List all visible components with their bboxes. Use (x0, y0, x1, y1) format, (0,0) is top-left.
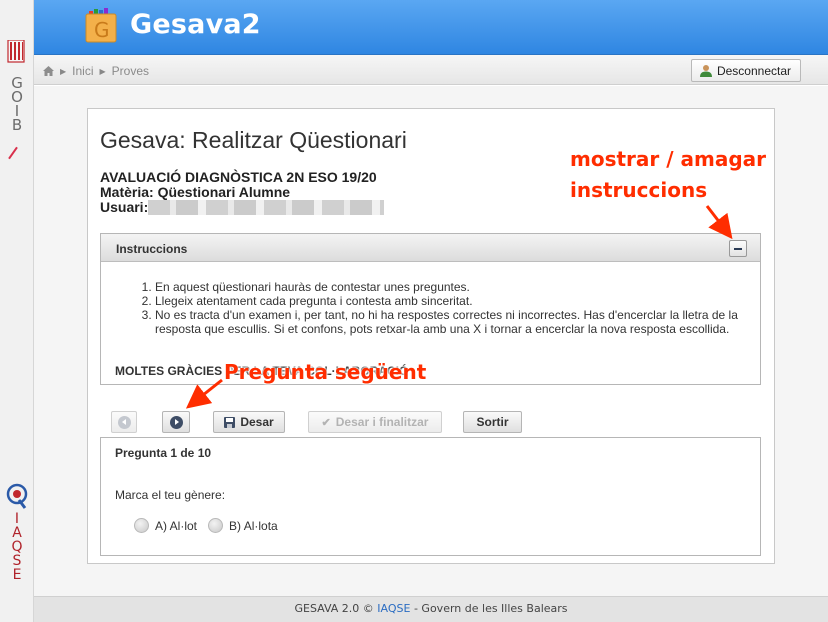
option-a-radio[interactable] (134, 518, 149, 533)
svg-text:G: G (94, 18, 110, 42)
evaluation-name: AVALUACIÓ DIAGNÒSTICA 2N ESO 19/20 (100, 169, 377, 185)
next-question-button[interactable] (162, 411, 190, 433)
save-finish-button[interactable]: ✔ Desar i finalitzar (308, 411, 442, 433)
save-finish-label: Desar i finalitzar (335, 415, 429, 429)
instructions-list: En aquest qüestionari hauràs de contesta… (155, 280, 755, 336)
brand-sidebar: G O I B I A Q S E (0, 0, 34, 622)
question-text: Marca el teu gènere: (115, 488, 226, 502)
app-brand-title: Gesava2 (130, 9, 261, 40)
user-icon (699, 65, 712, 77)
logout-button[interactable]: Desconnectar (690, 59, 801, 82)
annotation-line: mostrar / amagar (570, 147, 767, 171)
chevron-right-icon: ▶ (60, 66, 67, 76)
annotation-next-question: Pregunta següent (224, 360, 427, 384)
iaqse-letter: S (12, 553, 22, 569)
breadcrumb-bar: ▶ Inici ▶ Proves Desconnectar (34, 55, 828, 85)
redacted-username (148, 200, 385, 215)
save-button[interactable]: Desar (213, 411, 285, 433)
check-icon: ✔ (321, 416, 331, 429)
instruction-item: En aquest qüestionari hauràs de contesta… (155, 280, 755, 294)
breadcrumb: ▶ Inici ▶ Proves (43, 64, 149, 78)
annotation-toggle-instructions: mostrar / amagar instruccions (570, 144, 766, 206)
question-number: Pregunta 1 de 10 (115, 446, 212, 460)
iaqse-letter: Q (11, 539, 23, 555)
questionnaire-meta: AVALUACIÓ DIAGNÒSTICA 2N ESO 19/20 Matèr… (100, 169, 385, 215)
chevron-right-icon: ▶ (99, 66, 106, 76)
instruction-item: Llegeix atentament cada pregunta i conte… (155, 294, 755, 308)
page-footer: GESAVA 2.0 © IAQSE - Govern de les Illes… (34, 596, 828, 622)
goib-slash-mark (8, 146, 18, 160)
question-box: Pregunta 1 de 10 Marca el teu gènere: A)… (100, 437, 761, 556)
goib-crest-icon (7, 40, 25, 63)
previous-question-button[interactable] (111, 411, 137, 433)
user-label: Usuari: (100, 199, 149, 215)
footer-iaqse-link[interactable]: IAQSE (377, 602, 410, 615)
instruction-item: No es tracta d'un examen i, per tant, no… (155, 308, 755, 336)
iaqse-letter: E (12, 567, 22, 583)
prev-icon (117, 415, 131, 429)
next-icon (169, 415, 183, 429)
instructions-box: Instruccions En aquest qüestionari haurà… (100, 233, 761, 385)
footer-suffix: - Govern de les Illes Balears (410, 602, 568, 615)
subject-name: Matèria: Qüestionari Alumne (100, 184, 291, 200)
collapse-instructions-button[interactable] (729, 240, 747, 257)
breadcrumb-item-inici[interactable]: Inici (72, 64, 93, 78)
exit-button[interactable]: Sortir (463, 411, 522, 433)
iaqse-letter: I (14, 511, 20, 527)
breadcrumb-item-proves[interactable]: Proves (112, 64, 149, 78)
instructions-header[interactable]: Instruccions (101, 234, 760, 262)
option-b-radio[interactable] (208, 518, 224, 533)
iaqse-logo-icon (6, 483, 28, 509)
exit-label: Sortir (476, 415, 509, 429)
logout-label: Desconnectar (716, 63, 791, 78)
footer-prefix: GESAVA 2.0 © (294, 602, 378, 615)
user-row: Usuari: (100, 199, 385, 215)
gesava-logo-icon[interactable]: G (85, 8, 123, 44)
floppy-icon (224, 416, 236, 428)
iaqse-vertical-label: I A Q S E (0, 512, 34, 582)
iaqse-letter: A (12, 525, 22, 541)
option-b-label[interactable]: B) Al·lota (229, 519, 278, 533)
goib-letter: B (11, 116, 23, 134)
save-label: Desar (240, 415, 274, 429)
annotation-line: instruccions (570, 178, 708, 202)
app-header: G Gesava2 (34, 0, 828, 55)
answer-options: A) Al·lot B) Al·lota (134, 518, 278, 533)
home-icon[interactable] (43, 66, 54, 76)
instructions-title: Instruccions (116, 242, 188, 256)
page-title: Gesava: Realitzar Qüestionari (100, 127, 407, 153)
goib-vertical-label: G O I B (0, 76, 34, 134)
option-a-label[interactable]: A) Al·lot (155, 519, 197, 533)
